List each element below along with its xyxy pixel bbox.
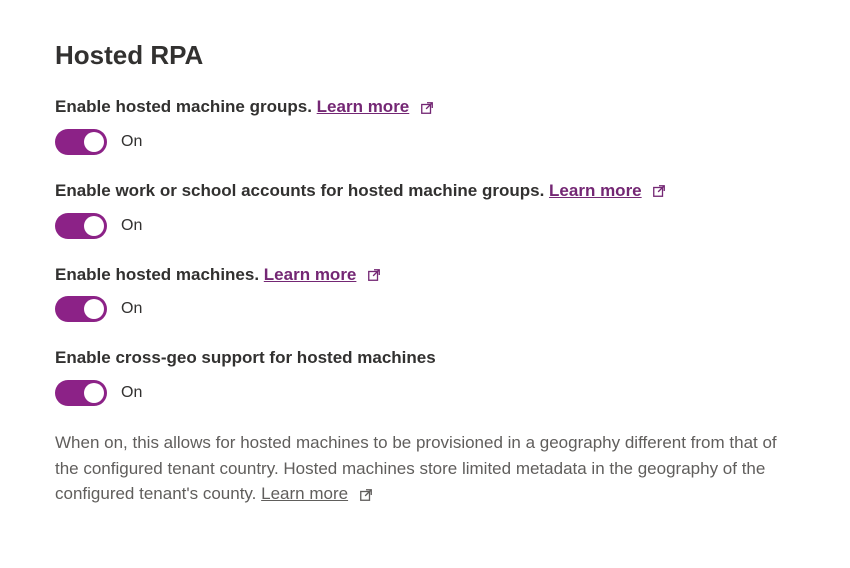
toggle-row: On	[55, 380, 795, 406]
learn-more-link[interactable]: Learn more	[264, 265, 357, 284]
toggle-state-label: On	[121, 217, 142, 235]
setting-work-school-accounts: Enable work or school accounts for hoste…	[55, 179, 795, 239]
toggle-hosted-machine-groups[interactable]	[55, 129, 107, 155]
learn-more-link[interactable]: Learn more	[317, 97, 410, 116]
toggle-cross-geo[interactable]	[55, 380, 107, 406]
learn-more-link[interactable]: Learn more	[261, 484, 348, 503]
toggle-knob	[84, 299, 104, 319]
setting-label-row: Enable work or school accounts for hoste…	[55, 179, 795, 203]
toggle-hosted-machines[interactable]	[55, 296, 107, 322]
setting-label-row: Enable hosted machines. Learn more	[55, 263, 795, 287]
external-link-icon	[652, 184, 666, 198]
toggle-row: On	[55, 213, 795, 239]
section-title: Hosted RPA	[55, 40, 795, 71]
setting-label: Enable hosted machine groups.	[55, 97, 312, 116]
learn-more-link[interactable]: Learn more	[549, 181, 642, 200]
setting-hosted-machines: Enable hosted machines. Learn more On	[55, 263, 795, 323]
setting-label-row: Enable cross-geo support for hosted mach…	[55, 346, 795, 370]
toggle-knob	[84, 216, 104, 236]
description-body: When on, this allows for hosted machines…	[55, 433, 777, 503]
setting-hosted-machine-groups: Enable hosted machine groups. Learn more…	[55, 95, 795, 155]
toggle-state-label: On	[121, 384, 142, 402]
toggle-work-school-accounts[interactable]	[55, 213, 107, 239]
toggle-row: On	[55, 296, 795, 322]
setting-cross-geo: Enable cross-geo support for hosted mach…	[55, 346, 795, 406]
external-link-icon	[420, 101, 434, 115]
setting-label: Enable work or school accounts for hoste…	[55, 181, 544, 200]
external-link-icon	[359, 488, 373, 502]
toggle-row: On	[55, 129, 795, 155]
toggle-state-label: On	[121, 300, 142, 318]
setting-label-row: Enable hosted machine groups. Learn more	[55, 95, 795, 119]
setting-label: Enable hosted machines.	[55, 265, 259, 284]
toggle-knob	[84, 383, 104, 403]
cross-geo-description: When on, this allows for hosted machines…	[55, 430, 795, 507]
toggle-knob	[84, 132, 104, 152]
external-link-icon	[367, 268, 381, 282]
setting-label: Enable cross-geo support for hosted mach…	[55, 348, 436, 367]
toggle-state-label: On	[121, 133, 142, 151]
